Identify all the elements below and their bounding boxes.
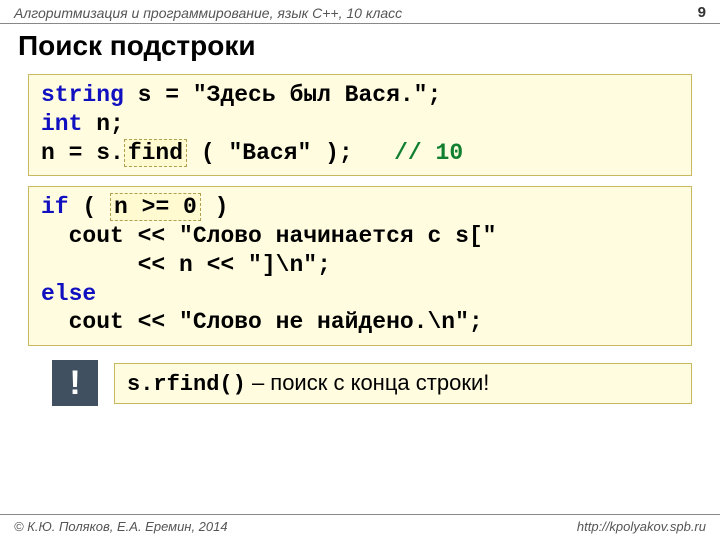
course-title: Алгоритмизация и программирование, язык … xyxy=(14,5,402,21)
code-text: ); xyxy=(311,140,394,166)
code-text: << n << xyxy=(41,252,248,278)
code-text: ; xyxy=(427,82,441,108)
code-string: "]\n" xyxy=(248,252,317,278)
code-block-1: string s = "Здесь был Вася."; int n; n =… xyxy=(28,74,692,176)
code-string: "Слово не найдено.\n" xyxy=(179,309,469,335)
code-text: ) xyxy=(201,194,229,220)
slide-header: Алгоритмизация и программирование, язык … xyxy=(0,0,720,24)
code-string: "Здесь был Вася." xyxy=(193,82,428,108)
note-tail: – поиск с конца строки! xyxy=(246,370,490,395)
note-text: s.rfind() – поиск с конца строки! xyxy=(114,363,692,404)
code-text: n = s. xyxy=(41,140,124,166)
footer-url: http://kpolyakov.spb.ru xyxy=(577,519,706,534)
slide-title: Поиск подстроки xyxy=(0,24,720,70)
code-keyword: if xyxy=(41,194,69,220)
exclamation-icon: ! xyxy=(52,360,98,406)
note-code: s.rfind() xyxy=(127,372,246,397)
code-text: ; xyxy=(317,252,331,278)
copyright: © К.Ю. Поляков, Е.А. Еремин, 2014 xyxy=(14,519,228,534)
code-keyword: else xyxy=(41,281,96,307)
code-text: cout << xyxy=(41,309,179,335)
code-text: ( xyxy=(69,194,110,220)
code-block-2: if ( n >= 0 ) cout << "Слово начинается … xyxy=(28,186,692,346)
code-highlight: n >= 0 xyxy=(110,193,201,221)
code-text: n; xyxy=(82,111,123,137)
code-keyword: int xyxy=(41,111,82,137)
page-number: 9 xyxy=(698,4,706,21)
note-block: ! s.rfind() – поиск с конца строки! xyxy=(52,360,692,406)
code-text: cout << xyxy=(41,223,179,249)
code-string: "Вася" xyxy=(228,140,311,166)
code-text: s = xyxy=(124,82,193,108)
code-keyword: string xyxy=(41,82,124,108)
code-text: ( xyxy=(187,140,228,166)
code-string: "Слово начинается с s[" xyxy=(179,223,496,249)
code-comment: // 10 xyxy=(394,140,463,166)
code-text: ; xyxy=(469,309,483,335)
code-highlight: find xyxy=(124,139,187,167)
slide-footer: © К.Ю. Поляков, Е.А. Еремин, 2014 http:/… xyxy=(0,514,720,534)
